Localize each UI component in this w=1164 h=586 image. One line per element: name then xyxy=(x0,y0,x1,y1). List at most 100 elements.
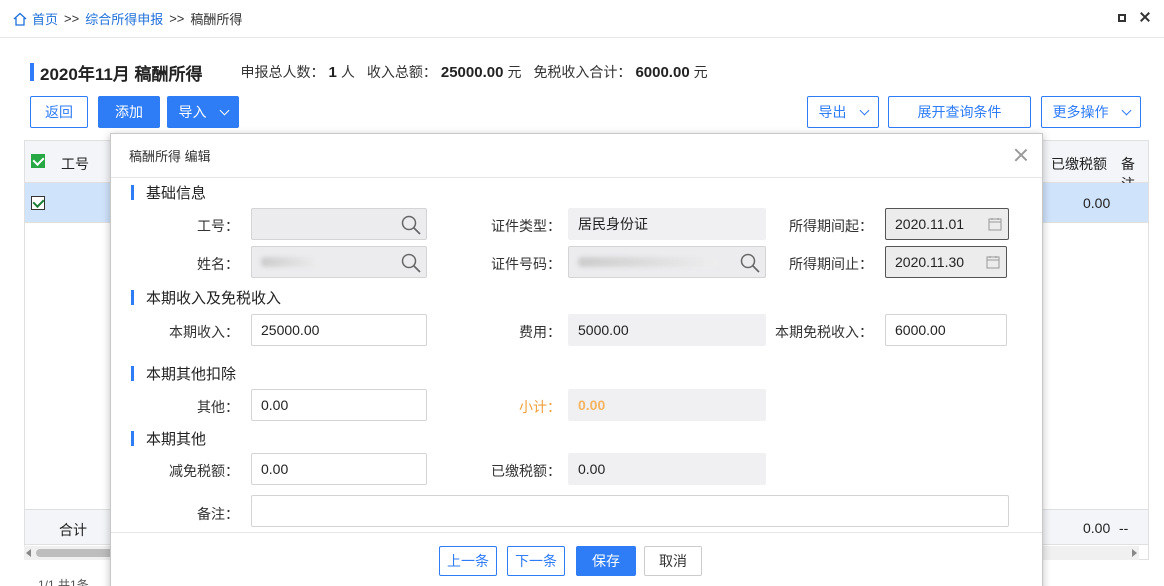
calendar-icon[interactable] xyxy=(986,255,1000,269)
expense-field: 5000.00 xyxy=(568,314,766,346)
tax-free-input[interactable]: 6000.00 xyxy=(885,314,1007,346)
subtotal-value: 0.00 xyxy=(578,397,606,413)
section-title: 基础信息 xyxy=(146,184,207,202)
breadcrumb-sep: >> xyxy=(169,11,185,26)
tax-relief-input[interactable]: 0.00 xyxy=(251,453,427,485)
footer-label: 合计 xyxy=(59,522,87,538)
search-icon[interactable] xyxy=(400,214,422,236)
expense-value: 5000.00 xyxy=(578,322,629,338)
label-subtotal: 小计： xyxy=(519,399,561,415)
column-header-paid-tax[interactable]: 已缴税额 xyxy=(1051,154,1107,174)
section-accent-bar xyxy=(131,184,134,200)
label-period-end: 所得期间止： xyxy=(789,256,873,272)
edit-dialog: 稿酬所得 编辑 基础信息 工号： 证件类型： 居民身份证 所得期间起： 2020… xyxy=(110,133,1043,586)
next-record-button[interactable]: 下一条 xyxy=(507,546,565,576)
period-end-date[interactable]: 2020.11.30 xyxy=(885,246,1007,278)
dialog-header: 稿酬所得 编辑 xyxy=(111,134,1042,178)
home-icon[interactable] xyxy=(12,11,28,27)
label-id-type: 证件类型： xyxy=(491,218,561,234)
chevron-down-icon xyxy=(1121,105,1131,115)
scroll-left-icon[interactable] xyxy=(26,549,31,557)
row-checkbox[interactable] xyxy=(31,196,45,210)
breadcrumb-home[interactable]: 首页 xyxy=(32,9,58,28)
paid-tax-field: 0.00 xyxy=(568,453,766,485)
stat-unit: 元 xyxy=(693,64,708,80)
save-button[interactable]: 保存 xyxy=(576,546,636,576)
add-button[interactable]: 添加 xyxy=(98,96,160,128)
search-icon[interactable] xyxy=(739,252,761,274)
window-controls xyxy=(1118,12,1150,22)
label-period-start: 所得期间起： xyxy=(789,218,873,234)
export-button[interactable]: 导出 xyxy=(807,96,879,128)
breadcrumb-level2[interactable]: 综合所得申报 xyxy=(85,9,163,28)
label-tax-free: 本期免税收入： xyxy=(775,324,873,340)
section-title: 本期其他 xyxy=(146,430,207,448)
label-expense: 费用： xyxy=(519,324,561,340)
note-input[interactable] xyxy=(251,495,1009,527)
import-button-label: 导入 xyxy=(178,104,207,120)
search-icon[interactable] xyxy=(400,252,422,274)
label-id-number: 证件号码： xyxy=(491,256,561,272)
dialog-body: 基础信息 工号： 证件类型： 居民身份证 所得期间起： 2020.11.01 姓… xyxy=(111,178,1042,532)
section-basic-info: 基础信息 xyxy=(131,182,206,202)
chevron-down-icon xyxy=(859,105,869,115)
period-start-date[interactable]: 2020.11.01 xyxy=(885,208,1009,240)
section-deduction: 本期其他扣除 xyxy=(131,363,236,383)
expand-query-button-label: 展开查询条件 xyxy=(917,104,1002,120)
stat-value: 6000.00 xyxy=(635,63,690,81)
chevron-down-icon xyxy=(219,105,229,115)
other-deduction-input[interactable]: 0.00 xyxy=(251,389,427,421)
id-type-value: 居民身份证 xyxy=(578,216,648,232)
select-all-checkbox[interactable] xyxy=(31,154,45,168)
stat-value: 25000.00 xyxy=(440,63,504,81)
tax-free-value: 6000.00 xyxy=(895,322,946,338)
period-end-value: 2020.11.30 xyxy=(895,254,965,270)
close-icon[interactable] xyxy=(1014,148,1028,162)
section-title: 本期收入及免税收入 xyxy=(146,289,282,307)
maximize-icon[interactable] xyxy=(1118,14,1126,22)
section-accent-bar xyxy=(131,289,134,305)
section-accent-bar xyxy=(131,430,134,446)
prev-record-button[interactable]: 上一条 xyxy=(439,546,497,576)
save-label: 保存 xyxy=(592,553,620,569)
stat-label: 免税收入合计： xyxy=(533,64,632,80)
more-actions-button[interactable]: 更多操作 xyxy=(1041,96,1141,128)
cancel-button[interactable]: 取消 xyxy=(644,546,702,576)
period-start-value: 2020.11.01 xyxy=(895,216,965,232)
scroll-right-icon[interactable] xyxy=(1132,549,1137,557)
stat-label: 收入总额： xyxy=(366,64,437,80)
section-title: 本期其他扣除 xyxy=(146,365,237,383)
back-button[interactable]: 返回 xyxy=(30,96,88,128)
name-input[interactable] xyxy=(251,246,427,278)
id-number-input[interactable] xyxy=(568,246,766,278)
id-number-value-redacted xyxy=(578,257,718,267)
name-value-redacted xyxy=(261,257,321,267)
close-icon[interactable] xyxy=(1140,12,1150,22)
export-button-label: 导出 xyxy=(818,104,847,120)
label-other: 其他： xyxy=(197,399,239,415)
expand-query-button[interactable]: 展开查询条件 xyxy=(888,96,1031,128)
breadcrumb-sep: >> xyxy=(64,11,80,26)
paid-tax-value: 0.00 xyxy=(578,461,606,477)
page-header: 2020年11月 稿酬所得 申报总人数： 1 人 收入总额： 25000.00 … xyxy=(30,60,720,84)
column-header-id[interactable]: 工号 xyxy=(61,154,89,174)
section-accent-bar xyxy=(131,365,134,381)
pager: 1/1 共1条 xyxy=(38,578,89,586)
other-deduction-value: 0.00 xyxy=(261,397,289,413)
emp-id-input[interactable] xyxy=(251,208,427,240)
label-paid-tax: 已缴税额： xyxy=(491,463,561,479)
label-income: 本期收入： xyxy=(169,324,239,340)
next-record-label: 下一条 xyxy=(515,553,557,569)
income-value: 25000.00 xyxy=(261,322,320,338)
scrollbar-thumb[interactable] xyxy=(36,549,116,557)
prev-record-label: 上一条 xyxy=(447,553,489,569)
calendar-icon[interactable] xyxy=(988,217,1002,231)
add-button-label: 添加 xyxy=(115,104,143,120)
back-button-label: 返回 xyxy=(45,104,73,120)
import-button[interactable]: 导入 xyxy=(167,96,239,128)
footer-paid-tax: 0.00 xyxy=(1083,520,1111,536)
section-other: 本期其他 xyxy=(131,428,206,448)
cancel-label: 取消 xyxy=(659,553,687,569)
income-input[interactable]: 25000.00 xyxy=(251,314,427,346)
more-actions-button-label: 更多操作 xyxy=(1052,104,1109,120)
